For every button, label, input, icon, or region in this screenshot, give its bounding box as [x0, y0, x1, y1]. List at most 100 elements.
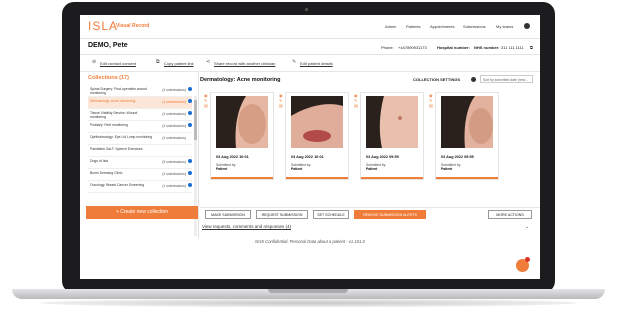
collection-name: Burns Dressing Clinic — [90, 171, 123, 175]
collection-name: Spinal Surgery: Post-operative wound mon… — [90, 87, 147, 95]
info-icon[interactable] — [471, 77, 476, 82]
submitted-by-value: Patient — [216, 167, 228, 171]
collection-name: Oncology: Breast Cancer Screening — [90, 183, 145, 187]
copy-patient-link[interactable]: Copy patient link — [164, 61, 194, 66]
collection-item-selected[interactable]: Dermatology: Acne monitoring (4 submissi… — [88, 97, 192, 109]
notification-badge — [188, 99, 192, 103]
chat-notification-badge — [525, 257, 530, 262]
submission-card[interactable]: 03 Aug 2022 10:01 Submitted by: Patient — [210, 92, 274, 180]
more-actions-button[interactable]: MORE ACTIONS — [488, 210, 532, 219]
collection-count: (4 submissions) — [162, 88, 186, 92]
edit-pencil-icon: ✎ — [292, 59, 297, 65]
share-record-link[interactable]: Share record with another clinician — [214, 61, 275, 66]
request-submission-button[interactable]: REQUEST SUBMISSION — [256, 210, 308, 219]
edit-contact-consent-link[interactable]: Edit contact consent — [100, 61, 136, 66]
collection-count: (4 submissions) — [162, 100, 186, 104]
set-schedule-button[interactable]: SET SCHEDULE — [313, 210, 349, 219]
collection-name: Podiatry: Feet monitoring — [90, 123, 128, 127]
notification-badge — [188, 171, 192, 175]
app-subtitle: Visual Record — [116, 23, 150, 29]
submission-photo[interactable] — [291, 96, 343, 148]
submission-actions-bar: MAKE SUBMISSION REQUEST SUBMISSION SET S… — [200, 207, 540, 222]
submission-card[interactable]: 03 Aug 2022 09:55 Submitted by: Patient — [360, 92, 424, 180]
card-accent-bar — [211, 177, 273, 179]
card-accent-bar — [361, 177, 423, 179]
make-submission-button[interactable]: MAKE SUBMISSION — [205, 210, 251, 219]
view-requests-link[interactable]: View requests, comments and responses (4… — [202, 224, 291, 229]
collection-title: Dermatology: Acne monitoring — [200, 77, 281, 83]
copy-icon[interactable]: ⧉ — [530, 45, 533, 50]
isla-logo[interactable]: ISLA — [88, 19, 118, 33]
hospital-number-label: Hospital number: — [437, 45, 470, 50]
submitted-by-value: Patient — [291, 167, 303, 171]
patient-actions-bar: ⌄ ⊘ Edit contact consent ⧉ Copy patient … — [80, 55, 540, 101]
collection-item[interactable]: Burns Dressing Clinic (4 submissions) — [88, 169, 192, 181]
notification-badge — [188, 111, 192, 115]
nav-admin[interactable]: Admin — [385, 24, 396, 29]
collection-name: Ophthalmology: Eye Lid Lump monitoring — [90, 135, 153, 139]
submission-date: 03 Aug 2022 09:55 — [441, 155, 474, 159]
collection-item[interactable]: Spinal Surgery: Post-operative wound mon… — [88, 85, 192, 97]
remove-submission-alerts-button[interactable]: REMOVE SUBMISSION ALERTS — [354, 210, 426, 219]
collection-item[interactable]: Oncology: Breast Cancer Screening (1 sub… — [88, 181, 192, 193]
nav-submissions[interactable]: Submissions — [463, 24, 486, 29]
copy-link-icon: ⧉ — [156, 59, 160, 65]
notification-badge — [188, 123, 192, 127]
nav-my-teams[interactable]: My teams — [496, 24, 513, 29]
laptop-screen: ISLA Visual Record Admin Patients Appoin… — [80, 15, 540, 279]
card-side-icons[interactable]: ◉ ✎ ▤ — [279, 93, 283, 108]
collection-settings-button[interactable]: COLLECTION SETTINGS — [413, 77, 460, 82]
submission-photo[interactable] — [216, 96, 268, 148]
notification-badge — [188, 87, 192, 91]
submission-photo[interactable] — [441, 96, 493, 148]
expand-chevron-icon[interactable]: ⌄ — [525, 224, 529, 230]
collection-count: (4 submissions) — [162, 136, 186, 140]
sort-select[interactable]: Sort by submitted date (new... — [480, 75, 533, 83]
webcam — [305, 8, 308, 11]
collection-item[interactable]: Ophthalmology: Eye Lid Lump monitoring (… — [88, 133, 192, 145]
collection-item[interactable]: Podiatry: Feet monitoring (4 submissions… — [88, 121, 192, 133]
card-side-icons[interactable]: ◉ ✎ ▤ — [204, 93, 208, 108]
submitted-by-value: Patient — [441, 167, 453, 171]
top-nav-bar: ISLA Visual Record Admin Patients Appoin… — [80, 15, 540, 39]
collection-item[interactable]: Dogs of Isla (5 submissions) — [88, 157, 192, 169]
collections-scroll-thumb[interactable] — [194, 100, 197, 140]
submission-date: 03 Aug 2022 10:01 — [216, 155, 249, 159]
collection-item[interactable]: Paediatric SaLT: Speech Exercises — [88, 145, 192, 157]
collection-name: Tissue Viability Service: Wound monitori… — [90, 111, 138, 119]
laptop-notch — [268, 289, 348, 293]
notification-badge — [188, 183, 192, 187]
collections-title: Collections (17) — [88, 75, 129, 81]
card-side-icons[interactable]: ◉ ✎ ▤ — [429, 93, 433, 108]
collection-count: (4 submissions) — [162, 124, 186, 128]
collection-name: Dermatology: Acne monitoring — [90, 99, 136, 103]
card-accent-bar — [286, 177, 348, 179]
submission-date: 03 Aug 2022 10:01 — [291, 155, 324, 159]
share-icon: ≺ — [206, 59, 211, 65]
collection-name: Paediatric SaLT: Speech Exercises — [90, 147, 143, 151]
nhs-number-value: 311 111 1111 — [501, 45, 524, 50]
collection-name: Dogs of Isla — [90, 159, 108, 163]
nhs-number-label: NHS number: — [474, 45, 500, 50]
create-collection-button[interactable]: + Create new collection — [86, 206, 198, 219]
submitted-by-value: Patient — [366, 167, 378, 171]
nav-patients[interactable]: Patients — [406, 24, 420, 29]
collection-count: (4 submissions) — [162, 112, 186, 116]
phone-label: Phone: — [381, 45, 394, 50]
submission-date: 03 Aug 2022 09:55 — [366, 155, 399, 159]
submission-card[interactable]: 03 Aug 2022 10:01 Submitted by: Patient — [285, 92, 349, 180]
notification-badge — [188, 159, 192, 163]
phone-value: +447890931173 — [398, 45, 427, 50]
edit-patient-details-link[interactable]: Edit patient details — [300, 61, 333, 66]
nav-appointments[interactable]: Appointments — [430, 24, 454, 29]
submission-card[interactable]: 03 Aug 2022 09:55 Submitted by: Patient — [435, 92, 499, 180]
collection-item[interactable]: Tissue Viability Service: Wound monitori… — [88, 109, 192, 121]
patient-name: DEMO, Pete — [88, 42, 128, 49]
laptop-shadow — [40, 299, 577, 307]
consent-icon: ⊘ — [92, 59, 97, 65]
submission-photo[interactable] — [366, 96, 418, 148]
card-accent-bar — [436, 177, 498, 179]
user-account-icon[interactable] — [524, 23, 530, 29]
card-side-icons[interactable]: ◉ ✎ ▤ — [354, 93, 358, 108]
patient-header: DEMO, Pete Phone: +447890931173 Hospital… — [80, 39, 540, 55]
